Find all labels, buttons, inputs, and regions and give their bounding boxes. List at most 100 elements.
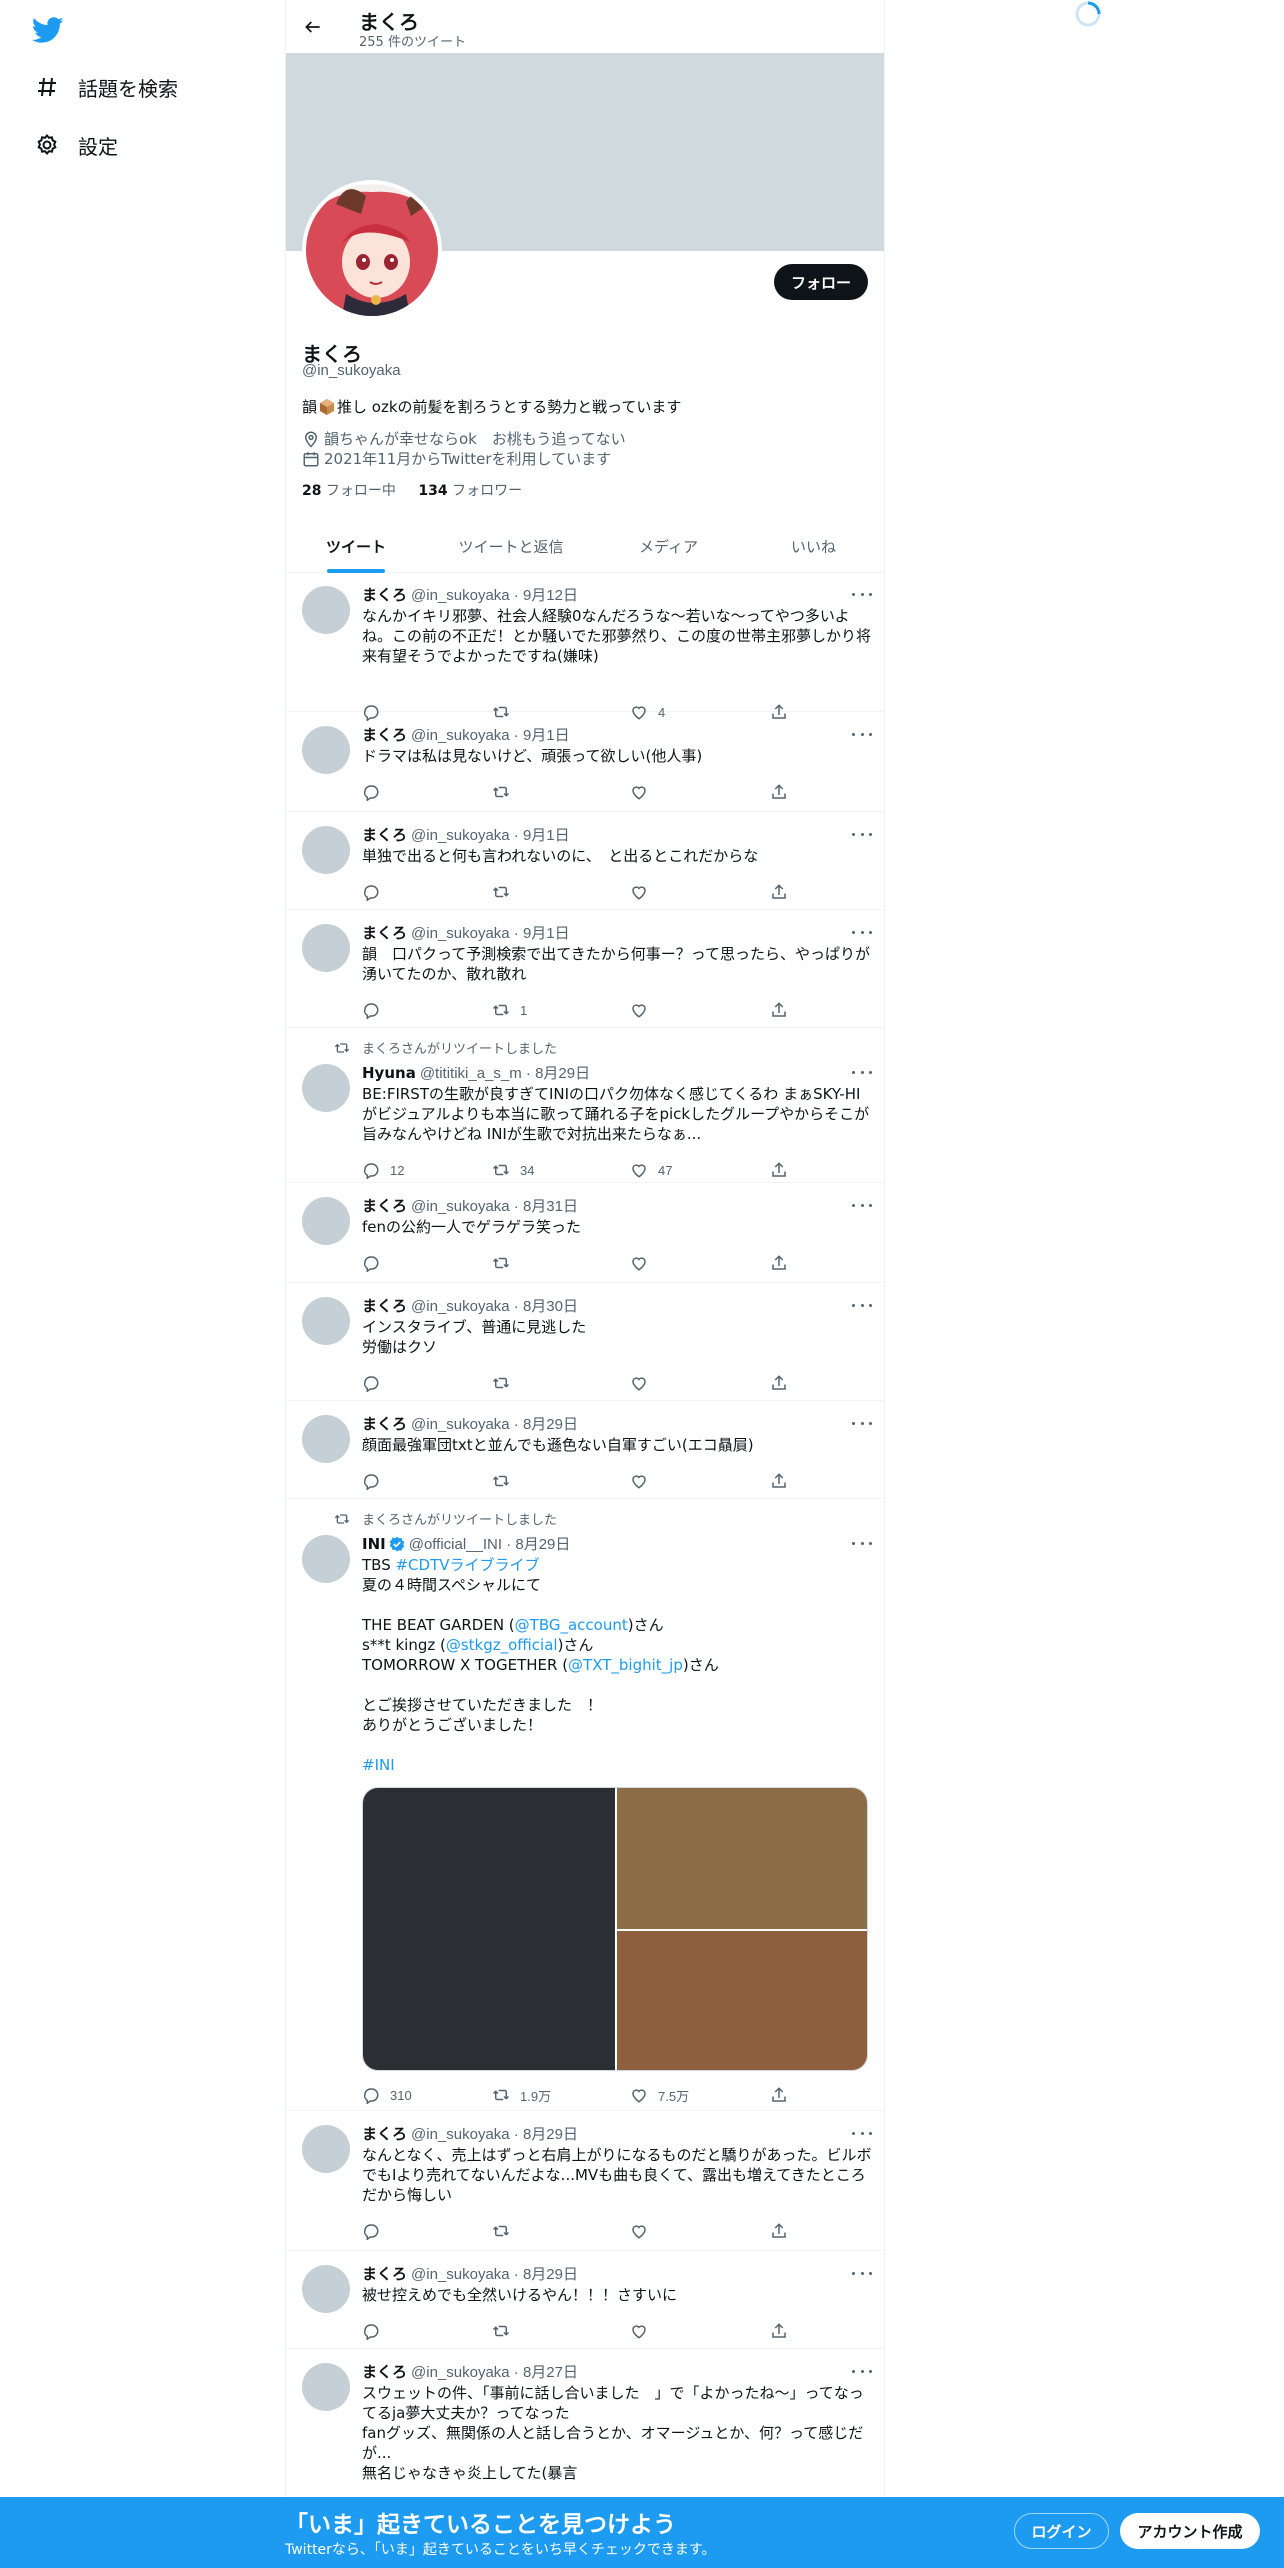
author-name[interactable]: まくろ xyxy=(362,824,407,845)
share-button[interactable] xyxy=(770,782,788,802)
share-button[interactable] xyxy=(770,1000,788,1020)
avatar[interactable] xyxy=(302,2265,350,2313)
profile-avatar[interactable] xyxy=(302,180,442,320)
media-image[interactable] xyxy=(617,1931,867,2070)
share-button[interactable] xyxy=(770,882,788,902)
back-button[interactable] xyxy=(296,10,330,44)
more-options-icon[interactable] xyxy=(852,1536,872,1550)
retweet-button[interactable] xyxy=(492,782,520,802)
tweet[interactable]: まくろ @in_sukoyaka · 8月27日 スウェットの件、「事前に話し合いま… xyxy=(286,2349,884,2500)
author-handle-date[interactable]: @in_sukoyaka · 8月29日 xyxy=(411,2263,578,2284)
author-name[interactable]: まくろ xyxy=(362,1413,407,1434)
reply-button[interactable] xyxy=(362,882,390,902)
tweet-link[interactable]: #INI xyxy=(362,1756,395,1774)
share-button[interactable] xyxy=(770,1373,788,1393)
share-button[interactable] xyxy=(770,1471,788,1491)
reply-button[interactable] xyxy=(362,2221,390,2241)
author-handle-date[interactable]: @in_sukoyaka · 9月1日 xyxy=(411,724,570,745)
tab-media[interactable]: メディア xyxy=(596,520,741,573)
more-options-icon[interactable] xyxy=(852,925,872,939)
more-options-icon[interactable] xyxy=(852,1065,872,1079)
login-button[interactable]: ログイン xyxy=(1014,2513,1109,2549)
more-options-icon[interactable] xyxy=(852,827,872,841)
followers-link[interactable]: 134 フォロワー xyxy=(418,483,522,499)
retweet-button[interactable]: 1 xyxy=(492,1000,527,1020)
author-name[interactable]: まくろ xyxy=(362,2263,407,2284)
author-handle-date[interactable]: @tititiki_a_s_m · 8月29日 xyxy=(420,1062,590,1083)
more-options-icon[interactable] xyxy=(852,1416,872,1430)
tab-tweets-and-replies[interactable]: ツイートと返信 xyxy=(426,520,596,573)
more-options-icon[interactable] xyxy=(852,587,872,601)
more-options-icon[interactable] xyxy=(852,2364,872,2378)
like-button[interactable] xyxy=(630,1253,658,1273)
reply-button[interactable] xyxy=(362,1000,390,1020)
retweet-button[interactable]: 1.9万 xyxy=(492,2085,551,2105)
like-button[interactable] xyxy=(630,782,658,802)
like-button[interactable] xyxy=(630,1373,658,1393)
retweet-button[interactable] xyxy=(492,882,520,902)
signup-button[interactable]: アカウント作成 xyxy=(1120,2513,1260,2549)
tweet[interactable]: まくろ @in_sukoyaka · 8月30日 インスタライブ、普通に見逃した 労… xyxy=(286,1283,884,1401)
author-handle-date[interactable]: @in_sukoyaka · 9月1日 xyxy=(411,922,570,943)
author-name[interactable]: Hyuna xyxy=(362,1064,416,1082)
author-handle-date[interactable]: @in_sukoyaka · 8月30日 xyxy=(411,1295,578,1316)
retweet-button[interactable]: 34 xyxy=(492,1160,534,1180)
tweet[interactable]: まくろ @in_sukoyaka · 8月31日 fenの公約一人でゲラゲラ笑った xyxy=(286,1183,884,1283)
reply-button[interactable]: 12 xyxy=(362,1160,404,1180)
tweet[interactable]: まくろさんがリツイートしました Hyuna @tititiki_a_s_m · 8月… xyxy=(286,1028,884,1183)
reply-button[interactable] xyxy=(362,2321,390,2341)
nav-explore[interactable]: 話題を検索 xyxy=(32,67,178,107)
reply-button[interactable] xyxy=(362,1373,390,1393)
avatar[interactable] xyxy=(302,1535,350,1583)
avatar[interactable] xyxy=(302,2125,350,2173)
author-handle-date[interactable]: @in_sukoyaka · 9月1日 xyxy=(411,824,570,845)
tab-likes[interactable]: いいね xyxy=(741,520,884,573)
tweet-link[interactable]: @stkgz_official xyxy=(446,1636,558,1654)
author-handle-date[interactable]: @official__INI · 8月29日 xyxy=(409,1533,571,1554)
reply-button[interactable]: 310 xyxy=(362,2085,412,2105)
twitter-bird-icon[interactable] xyxy=(31,14,64,46)
like-button[interactable] xyxy=(630,882,658,902)
avatar[interactable] xyxy=(302,726,350,774)
nav-settings[interactable]: 設定 xyxy=(32,125,118,165)
retweet-button[interactable] xyxy=(492,2321,520,2341)
follow-button[interactable]: フォロー xyxy=(774,264,868,300)
like-button[interactable] xyxy=(630,1000,658,1020)
like-button[interactable] xyxy=(630,2321,658,2341)
more-options-icon[interactable] xyxy=(852,727,872,741)
tweet[interactable]: まくろ @in_sukoyaka · 8月29日 顔面最強軍団txtと並んでも遜色な… xyxy=(286,1401,884,1499)
tweet-link[interactable]: #CDTVライブライブ xyxy=(395,1556,539,1574)
more-options-icon[interactable] xyxy=(852,2266,872,2280)
author-handle-date[interactable]: @in_sukoyaka · 8月27日 xyxy=(411,2361,578,2382)
tweet[interactable]: まくろ @in_sukoyaka · 9月1日 ドラマは私は見ないけど、頑張って欲し… xyxy=(286,712,884,812)
tweet-link[interactable]: @TXT_bighit_jp xyxy=(568,1656,683,1674)
tweet[interactable]: まくろ @in_sukoyaka · 8月29日 被せ控えめでも全然いけるやん！！！… xyxy=(286,2251,884,2349)
reply-button[interactable] xyxy=(362,1471,390,1491)
avatar[interactable] xyxy=(302,1297,350,1345)
retweet-button[interactable] xyxy=(492,2221,520,2241)
tweet[interactable]: まくろ @in_sukoyaka · 8月29日 なんとなく、売上はずっと右肩上がり… xyxy=(286,2111,884,2251)
avatar[interactable] xyxy=(302,586,350,634)
author-name[interactable]: まくろ xyxy=(362,2361,407,2382)
author-name[interactable]: INI xyxy=(362,1535,386,1553)
avatar[interactable] xyxy=(302,826,350,874)
tweet-media-grid[interactable] xyxy=(362,1787,868,2071)
share-button[interactable] xyxy=(770,2221,788,2241)
like-button[interactable] xyxy=(630,1471,658,1491)
following-link[interactable]: 28 フォロー中 xyxy=(302,483,396,499)
media-image[interactable] xyxy=(363,1788,615,2070)
tweet-link[interactable]: @TBG_account xyxy=(515,1616,628,1634)
media-image[interactable] xyxy=(617,1788,867,1929)
author-handle-date[interactable]: @in_sukoyaka · 8月29日 xyxy=(411,1413,578,1434)
more-options-icon[interactable] xyxy=(852,2126,872,2140)
avatar[interactable] xyxy=(302,924,350,972)
retweet-button[interactable] xyxy=(492,1373,520,1393)
like-button[interactable] xyxy=(630,2221,658,2241)
reply-button[interactable] xyxy=(362,782,390,802)
avatar[interactable] xyxy=(302,1415,350,1463)
author-name[interactable]: まくろ xyxy=(362,724,407,745)
share-button[interactable] xyxy=(770,2321,788,2341)
avatar[interactable] xyxy=(302,1064,350,1112)
share-button[interactable] xyxy=(770,1160,788,1180)
author-handle-date[interactable]: @in_sukoyaka · 9月12日 xyxy=(411,584,578,605)
